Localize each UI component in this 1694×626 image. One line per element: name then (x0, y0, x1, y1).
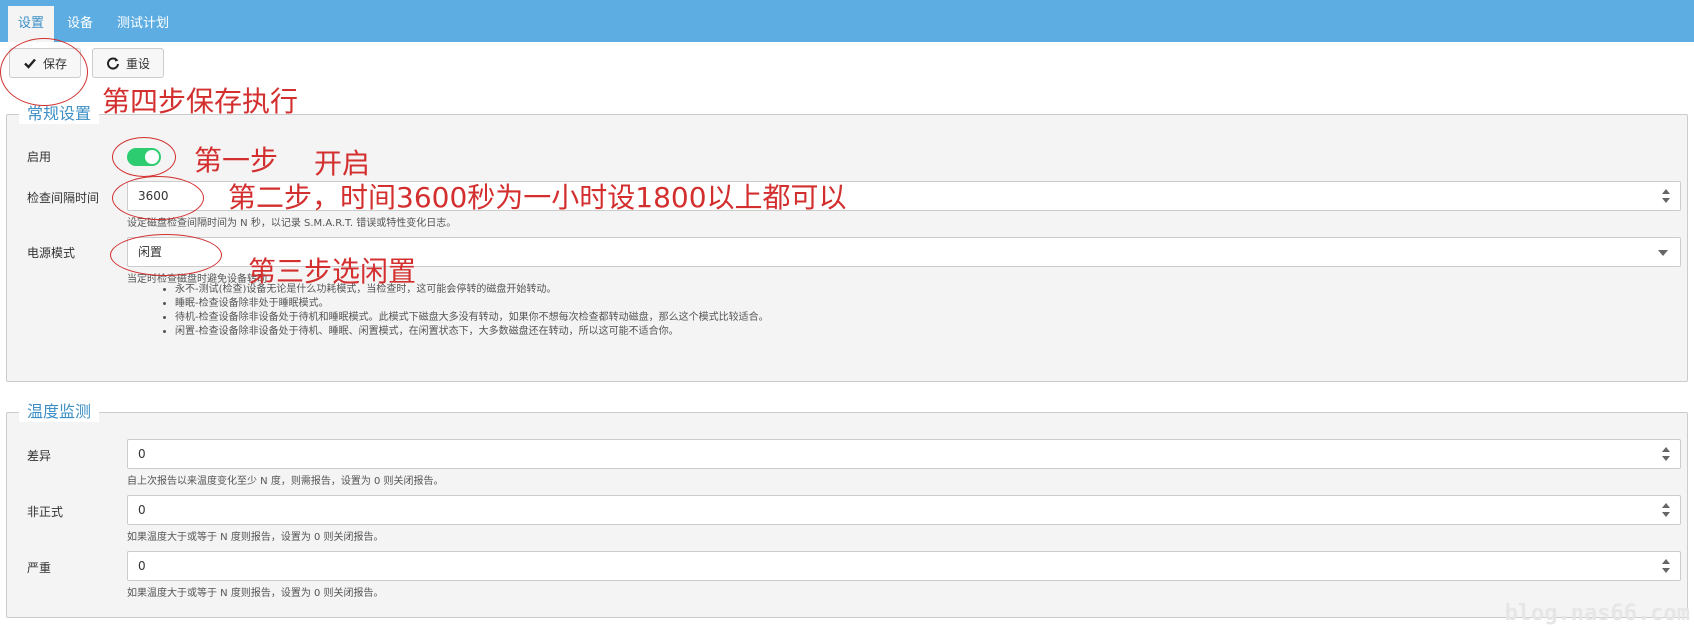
annotation-step1: 第一步 (194, 144, 279, 177)
refresh-icon (106, 56, 120, 70)
critical-input[interactable]: 0 (127, 551, 1681, 581)
enable-label: 启用 (27, 150, 52, 164)
tab-devices[interactable]: 设备 (67, 6, 93, 42)
top-nav-bar: 设置 设备 测试计划 (0, 0, 1694, 42)
list-item: 待机-检查设备除非设备处于待机和睡眠模式。此模式下磁盘大多没有转动，如果你不想每… (175, 311, 769, 325)
power-mode-label: 电源模式 (27, 246, 76, 260)
critical-help: 如果温度大于或等于 N 度则报告，设置为 0 则关闭报告。 (127, 588, 384, 599)
annotation-step2: 第二步，时间3600秒为一小时设1800以上都可以 (228, 181, 847, 214)
annotation-step3: 第三步选闲置 (248, 255, 417, 288)
informal-spinner-icon[interactable] (1661, 501, 1671, 519)
annotation-step1-enable: 开启 (314, 147, 371, 180)
difference-help: 自上次报告以来温度变化至少 N 度，则需报告，设置为 0 则关闭报告。 (127, 476, 444, 487)
annotation-circle-interval (112, 176, 204, 220)
difference-input[interactable]: 0 (127, 439, 1681, 469)
check-interval-label: 检查间隔时间 (27, 191, 100, 205)
annotation-step4: 第四步保存执行 (102, 85, 299, 118)
chevron-down-icon (1658, 250, 1668, 256)
informal-input[interactable]: 0 (127, 495, 1681, 525)
interval-spinner-icon[interactable] (1661, 187, 1671, 205)
temperature-section: 温度监测 差异 0 自上次报告以来温度变化至少 N 度，则需报告，设置为 0 则… (6, 402, 1688, 618)
difference-label: 差异 (27, 449, 52, 463)
difference-spinner-icon[interactable] (1661, 445, 1671, 463)
power-mode-list: 永不-测试(检查)设备无论是什么功耗模式，当检查时，这可能会停转的磁盘开始转动。… (157, 283, 769, 339)
informal-help: 如果温度大于或等于 N 度则报告，设置为 0 则关闭报告。 (127, 532, 384, 543)
list-item: 睡眠-检查设备除非处于睡眠模式。 (175, 297, 769, 311)
watermark: blog.nas66.com (1504, 601, 1690, 626)
general-settings-legend: 常规设置 (19, 104, 100, 124)
annotation-circle-save (0, 38, 88, 106)
informal-label: 非正式 (27, 505, 64, 519)
list-item: 闲置-检查设备除非设备处于待机、睡眠、闲置模式，在闲置状态下，大多数磁盘还在转动… (175, 325, 769, 339)
reset-button-label: 重设 (125, 56, 150, 71)
temperature-legend: 温度监测 (19, 402, 100, 422)
annotation-circle-toggle (112, 137, 176, 177)
annotation-circle-power (110, 234, 222, 276)
tab-test-schedule[interactable]: 测试计划 (117, 6, 169, 42)
tab-settings[interactable]: 设置 (8, 6, 55, 42)
critical-spinner-icon[interactable] (1661, 557, 1671, 575)
reset-button[interactable]: 重设 (92, 48, 164, 78)
critical-label: 严重 (27, 561, 52, 575)
